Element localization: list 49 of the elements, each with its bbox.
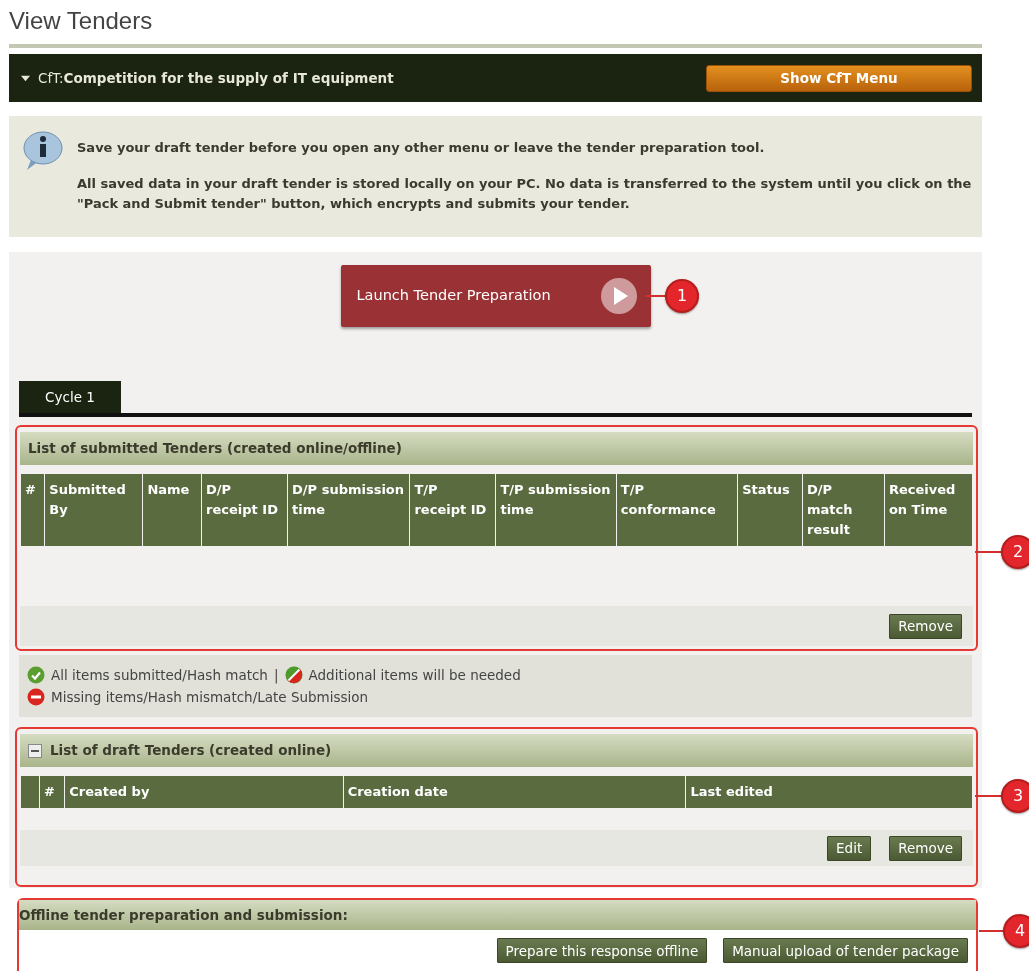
- column-header: D/P submission time: [288, 474, 410, 546]
- column-header: T/P receipt ID: [410, 474, 496, 546]
- legend-label: Missing items/Hash mismatch/Late Submission: [51, 688, 369, 707]
- page-title: View Tenders: [9, 6, 154, 36]
- leader-line: [975, 551, 1003, 553]
- section-header: List of draft Tenders (created online): [50, 741, 332, 761]
- callout-number: 2: [1001, 535, 1029, 569]
- callout-number: 4: [1003, 914, 1029, 948]
- legend-label: All items submitted/Hash match: [51, 666, 268, 685]
- column-header: D/P receipt ID: [202, 474, 288, 546]
- column-header: T/P submission time: [496, 474, 616, 546]
- separator: |: [273, 666, 279, 686]
- launch-button[interactable]: Launch Tender Preparation: [340, 265, 651, 327]
- info-icon: [23, 130, 63, 171]
- column-header: Submitted By: [45, 474, 143, 546]
- column-header: Last edited: [686, 776, 972, 808]
- tab[interactable]: Cycle 1: [19, 381, 121, 413]
- column-header: Received on Time: [884, 474, 972, 546]
- split-circle-icon: [284, 666, 303, 684]
- collapse-icon[interactable]: [28, 743, 42, 758]
- section-header: List of submitted Tenders (created online/offline): [20, 432, 973, 465]
- section-header: Offline tender preparation and submission:: [19, 900, 976, 930]
- menu-button[interactable]: Show CfT Menu: [706, 64, 972, 92]
- table-header-cell: [21, 776, 40, 808]
- action-button[interactable]: Manual upload of tender package: [723, 938, 968, 963]
- edit-button[interactable]: Edit: [827, 835, 872, 861]
- legend-label: Additional items will be needed: [308, 666, 521, 685]
- column-header: #: [40, 776, 65, 808]
- column-header: Name: [143, 474, 202, 546]
- remove-button[interactable]: Remove: [889, 613, 962, 639]
- column-header: D/P match result: [802, 474, 884, 546]
- column-header: #: [21, 474, 45, 546]
- callout-number: 1: [665, 279, 699, 313]
- leader-line: [979, 930, 1005, 932]
- check-icon: [27, 666, 45, 684]
- column-header: Created by: [65, 776, 343, 808]
- leader-line: [645, 295, 667, 297]
- column-header: Status: [738, 474, 802, 546]
- column-header: Creation date: [343, 776, 686, 808]
- info-text: All saved data in your draft tender is stored locally on your PC. No data is transferred to the system until you click on the "Pack and Submit tender" button, which encrypts and submits your tender.: [77, 175, 972, 213]
- callout-number: 3: [1001, 779, 1029, 813]
- remove-button[interactable]: Remove: [889, 835, 962, 861]
- info-text: Save your draft tender before you open any other menu or leave the tender preparation tool.: [77, 139, 766, 157]
- action-button[interactable]: Prepare this response offline: [496, 938, 708, 963]
- leader-line: [975, 795, 1003, 797]
- column-header: T/P conformance: [616, 474, 738, 546]
- tender-title: CfT:Competition for the supply of IT equipment: [38, 68, 394, 88]
- play-icon: [600, 278, 637, 314]
- minus-circle-icon: [27, 688, 45, 706]
